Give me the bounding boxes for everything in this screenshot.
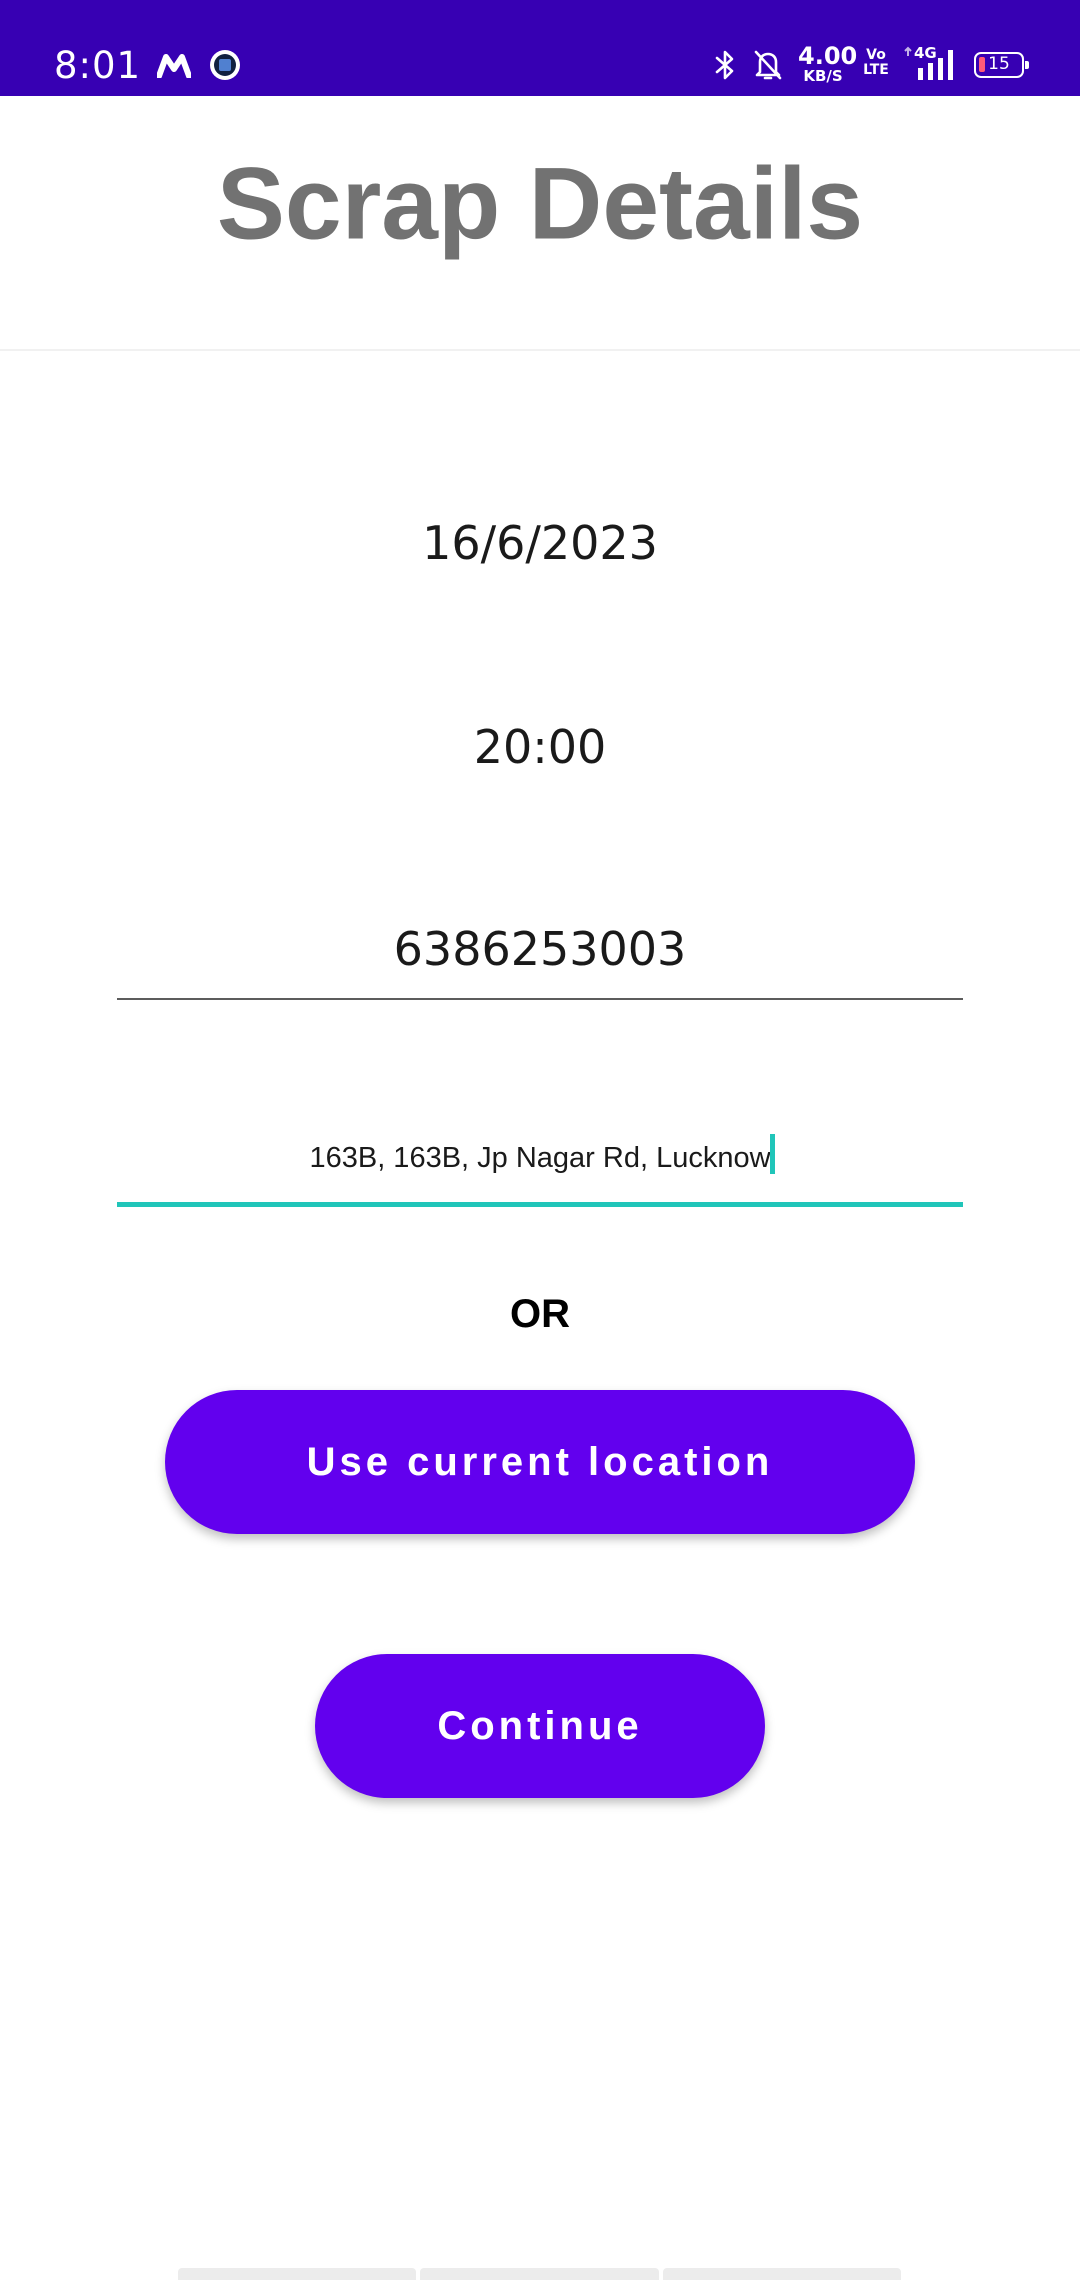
continue-button[interactable]: Continue bbox=[315, 1654, 765, 1798]
svg-text:4G: 4G bbox=[914, 46, 937, 62]
bluetooth-icon bbox=[715, 50, 734, 80]
bell-off-icon bbox=[754, 50, 782, 80]
myntra-m-icon bbox=[157, 54, 191, 78]
nav-segment bbox=[420, 2268, 659, 2280]
app-notification-icon bbox=[210, 50, 240, 80]
gesture-nav-bar bbox=[178, 2268, 901, 2280]
or-divider-label: OR bbox=[510, 1292, 570, 1336]
app-header: Scrap Details bbox=[0, 96, 1080, 351]
signal-icon: 4G bbox=[904, 46, 953, 80]
volte-indicator: Vo LTE bbox=[863, 47, 889, 79]
pickup-date-field[interactable]: 16/6/2023 bbox=[117, 516, 963, 570]
status-time: 8:01 bbox=[54, 44, 142, 87]
status-bar: 8:01 4.00 KB/S Vo LTE 4G 15 bbox=[0, 0, 1080, 96]
battery-icon: 15 bbox=[974, 52, 1029, 78]
net-speed: 4.00 KB/S bbox=[798, 42, 858, 85]
phone-number-input[interactable] bbox=[117, 900, 963, 1000]
nav-segment bbox=[662, 2268, 901, 2280]
use-current-location-button[interactable]: Use current location bbox=[165, 1390, 915, 1534]
address-input[interactable] bbox=[117, 1115, 963, 1207]
page-title: Scrap Details bbox=[216, 146, 864, 261]
pickup-time-field[interactable]: 20:00 bbox=[117, 720, 963, 774]
text-cursor bbox=[770, 1134, 775, 1174]
nav-segment bbox=[178, 2268, 417, 2280]
